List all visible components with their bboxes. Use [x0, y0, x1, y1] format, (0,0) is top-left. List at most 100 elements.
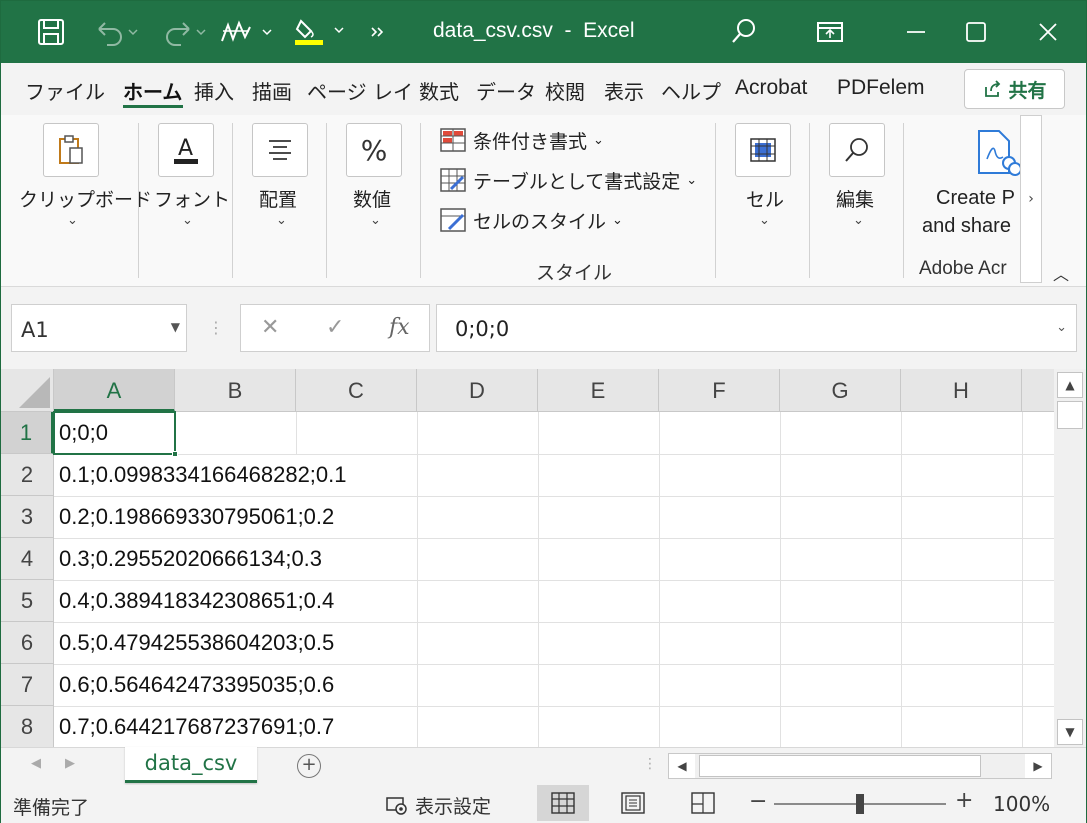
cell-styles-button[interactable]: セルのスタイル ⌄	[439, 204, 623, 236]
number-chevron-icon[interactable]: ⌄	[370, 213, 381, 228]
tab-draw[interactable]: 描画	[252, 76, 292, 105]
cell-a4[interactable]: 0.3;0.29552020666134;0.3	[59, 538, 322, 580]
tab-data[interactable]: データ	[476, 76, 536, 105]
next-sheet-icon[interactable]: ▶	[65, 756, 75, 771]
formula-input[interactable]: 0;0;0 ⌄	[436, 304, 1077, 352]
row-header-3[interactable]: 3	[1, 496, 54, 538]
zoom-in-icon[interactable]: +	[955, 788, 973, 813]
font-chevron-icon[interactable]: ⌄	[182, 213, 193, 228]
normal-view-button[interactable]	[537, 785, 589, 821]
tab-help[interactable]: ヘルプ	[661, 76, 721, 105]
minimize-icon[interactable]	[891, 1, 941, 63]
row-header-5[interactable]: 5	[1, 580, 54, 622]
row-header-2[interactable]: 2	[1, 454, 54, 496]
formula-bar-splitter[interactable]: ⋮	[208, 318, 224, 337]
format-as-table-button[interactable]: テーブルとして書式設定 ⌄	[439, 164, 697, 196]
column-header-b[interactable]: B	[175, 369, 296, 412]
clipboard-label[interactable]: クリップボード	[19, 185, 152, 212]
alignment-label[interactable]: 配置	[259, 185, 297, 212]
expand-formula-bar-icon[interactable]: ⌄	[1056, 320, 1067, 335]
find-icon[interactable]	[829, 123, 885, 177]
fill-handle[interactable]	[172, 451, 178, 457]
zoom-slider-thumb[interactable]	[856, 794, 864, 814]
scroll-right-icon[interactable]: ▶	[1025, 754, 1051, 778]
row-header-1[interactable]: 1	[1, 412, 54, 454]
close-icon[interactable]	[1023, 1, 1073, 63]
sheet-tab-data-csv[interactable]: data_csv	[125, 747, 257, 783]
column-header-partial[interactable]	[1022, 369, 1054, 412]
tab-splitter[interactable]: ⋮	[643, 756, 657, 772]
page-layout-view-button[interactable]	[607, 785, 659, 821]
cells-label[interactable]: セル	[746, 185, 784, 212]
column-header-c[interactable]: C	[296, 369, 417, 412]
share-button[interactable]: 共有	[964, 69, 1065, 109]
save-icon[interactable]	[29, 1, 73, 63]
cell-a5[interactable]: 0.4;0.389418342308651;0.4	[59, 580, 334, 622]
create-pdf-label-line1[interactable]: Create P	[936, 187, 1015, 210]
cell-a2[interactable]: 0.1;0.0998334166468282;0.1	[59, 454, 347, 496]
vertical-scrollbar[interactable]: ▲ ▼	[1054, 369, 1086, 747]
alignment-icon[interactable]	[252, 123, 308, 177]
tab-home[interactable]: ホーム	[123, 76, 182, 105]
number-label[interactable]: 数値	[353, 185, 391, 212]
column-header-f[interactable]: F	[659, 369, 780, 412]
worksheet-grid[interactable]: A B C D E F G H 1 2 3 4 5 6 7 8 0;0;0 0.…	[1, 369, 1054, 747]
tab-pdfelement[interactable]: PDFelem	[837, 76, 925, 100]
add-sheet-icon[interactable]: +	[297, 754, 321, 778]
vertical-scroll-thumb[interactable]	[1057, 401, 1083, 429]
zoom-out-icon[interactable]: −	[749, 789, 767, 814]
enter-icon[interactable]: ✓	[326, 315, 344, 340]
ribbon-display-options-icon[interactable]	[805, 1, 855, 63]
undo-icon[interactable]	[87, 1, 143, 63]
tab-review[interactable]: 校閲	[545, 76, 585, 105]
conditional-formatting-button[interactable]: 条件付き書式 ⌄	[439, 124, 604, 156]
editing-chevron-icon[interactable]: ⌄	[853, 213, 864, 228]
tab-insert[interactable]: 挿入	[194, 76, 234, 105]
horizontal-scroll-thumb[interactable]	[699, 755, 981, 777]
row-header-7[interactable]: 7	[1, 664, 54, 706]
tab-file[interactable]: ファイル	[25, 76, 105, 105]
row-header-6[interactable]: 6	[1, 622, 54, 664]
cell-a7[interactable]: 0.6;0.564642473395035;0.6	[59, 664, 334, 706]
tab-view[interactable]: 表示	[604, 76, 644, 105]
more-commands-icon[interactable]	[363, 1, 393, 63]
draw-tools-icon[interactable]	[219, 1, 277, 63]
cell-a8[interactable]: 0.7;0.644217687237691;0.7	[59, 706, 334, 747]
scroll-up-icon[interactable]: ▲	[1057, 372, 1083, 398]
row-header-4[interactable]: 4	[1, 538, 54, 580]
column-header-h[interactable]: H	[901, 369, 1022, 412]
ribbon-scroll-right-button[interactable]: ›	[1020, 115, 1042, 283]
tab-acrobat[interactable]: Acrobat	[735, 76, 807, 100]
display-settings-button[interactable]: 表示設定	[385, 792, 491, 819]
clipboard-chevron-icon[interactable]: ⌄	[67, 213, 78, 228]
zoom-level[interactable]: 100%	[993, 792, 1050, 816]
create-pdf-icon[interactable]	[973, 129, 1022, 183]
name-box-dropdown-icon[interactable]: ▼	[171, 320, 180, 334]
scroll-left-icon[interactable]: ◀	[669, 754, 695, 778]
cells-chevron-icon[interactable]: ⌄	[759, 213, 770, 228]
column-header-a[interactable]: A	[54, 369, 175, 412]
number-format-icon[interactable]: %	[346, 123, 402, 177]
name-box[interactable]: A1 ▼	[11, 304, 187, 352]
column-header-g[interactable]: G	[780, 369, 901, 412]
paste-icon[interactable]	[43, 123, 99, 177]
alignment-chevron-icon[interactable]: ⌄	[276, 213, 287, 228]
highlight-fill-icon[interactable]	[291, 1, 349, 63]
scroll-down-icon[interactable]: ▼	[1057, 719, 1083, 745]
prev-sheet-icon[interactable]: ◀	[31, 756, 41, 771]
column-header-d[interactable]: D	[417, 369, 538, 412]
cells-icon[interactable]	[735, 123, 791, 177]
font-label[interactable]: フォント	[154, 185, 230, 212]
page-break-view-button[interactable]	[677, 785, 729, 821]
search-icon[interactable]	[719, 1, 769, 63]
maximize-icon[interactable]	[951, 1, 1001, 63]
row-header-8[interactable]: 8	[1, 706, 54, 747]
horizontal-scrollbar[interactable]: ◀ ▶	[668, 753, 1052, 779]
tab-page-layout[interactable]: ページ レイ	[307, 76, 413, 105]
select-all-button[interactable]	[1, 369, 54, 412]
redo-icon[interactable]	[155, 1, 211, 63]
insert-function-icon[interactable]: fx	[389, 315, 410, 340]
column-header-e[interactable]: E	[538, 369, 659, 412]
tab-formulas[interactable]: 数式	[419, 76, 459, 105]
cell-a3[interactable]: 0.2;0.198669330795061;0.2	[59, 496, 334, 538]
